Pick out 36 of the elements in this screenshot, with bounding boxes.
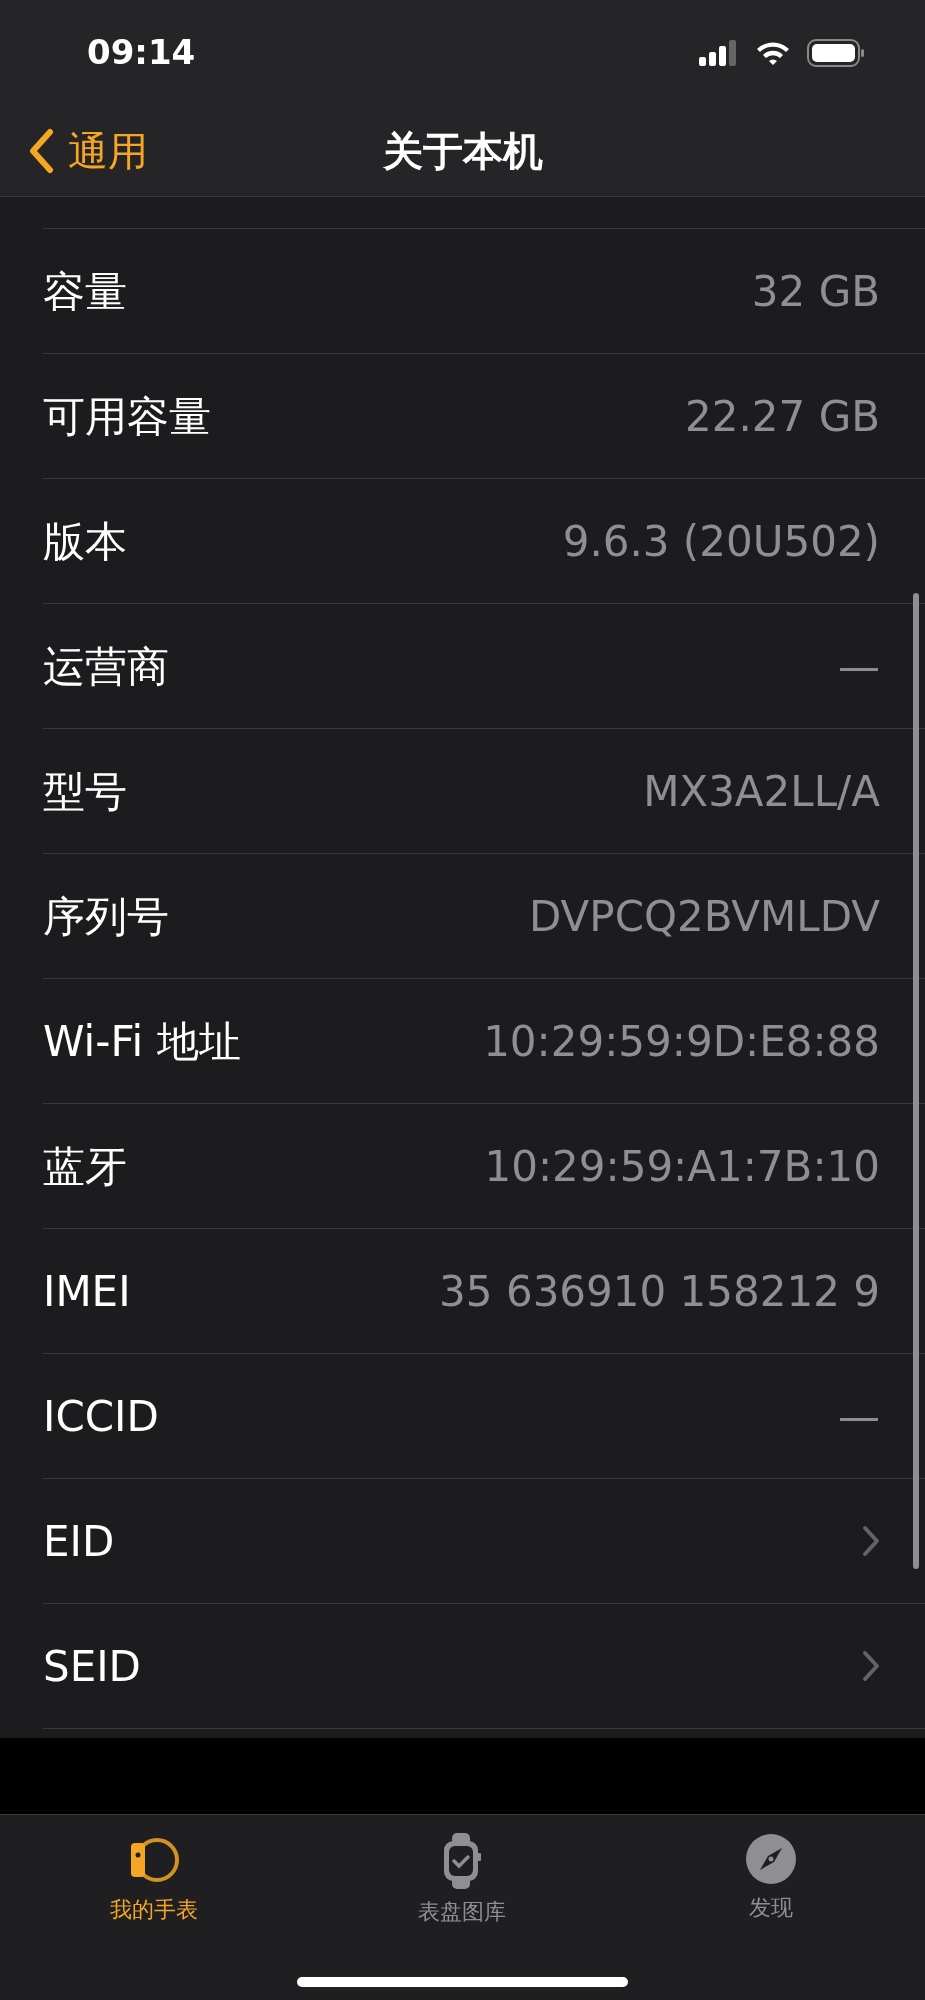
row-value: MX3A2LL/A (643, 765, 880, 818)
row-label: 容量 (43, 265, 127, 318)
home-indicator[interactable] (297, 1977, 628, 1987)
row-label: Wi-Fi 地址 (43, 1015, 241, 1068)
chevron-left-icon (28, 128, 54, 174)
row-value: — (838, 640, 880, 693)
row-label: ICCID (43, 1390, 159, 1443)
row-label: 版本 (43, 515, 127, 568)
row-label: 序列号 (43, 890, 169, 943)
status-time: 09:14 (87, 31, 196, 74)
row-value: 32 GB (751, 265, 880, 318)
back-button[interactable]: 通用 (0, 121, 148, 181)
watch-icon (442, 1833, 483, 1889)
battery-icon (807, 38, 865, 67)
row-value: 35 636910 158212 9 (439, 1265, 880, 1318)
row-label: SEID (43, 1640, 141, 1693)
signal-icon (699, 39, 739, 66)
row-label: 蓝牙 (43, 1140, 127, 1193)
chevron-right-icon (862, 1525, 880, 1557)
row-value: 9.6.3 (20U502) (562, 515, 880, 568)
row-value: 22.27 GB (685, 390, 880, 443)
chevron-right-icon (862, 1650, 880, 1682)
row-label: IMEI (43, 1265, 131, 1318)
page-title: 关于本机 (382, 128, 543, 174)
row-label: 运营商 (43, 640, 169, 693)
compass-icon (744, 1833, 797, 1885)
row-value: 10:29:59:9D:E8:88 (483, 1015, 880, 1068)
row-value: DVPCQ2BVMLDV (529, 890, 880, 943)
tab-item[interactable]: 发现 (616, 1815, 925, 2000)
tab-item[interactable]: 我的手表 (0, 1815, 309, 2000)
list-row[interactable]: SEID (43, 1604, 925, 1729)
row-label: 型号 (43, 765, 127, 818)
row-value: 10:29:59:A1:7B:10 (484, 1140, 880, 1193)
row-value: — (838, 1390, 880, 1443)
row-label: EID (43, 1515, 115, 1568)
row-label: 可用容量 (43, 390, 211, 443)
